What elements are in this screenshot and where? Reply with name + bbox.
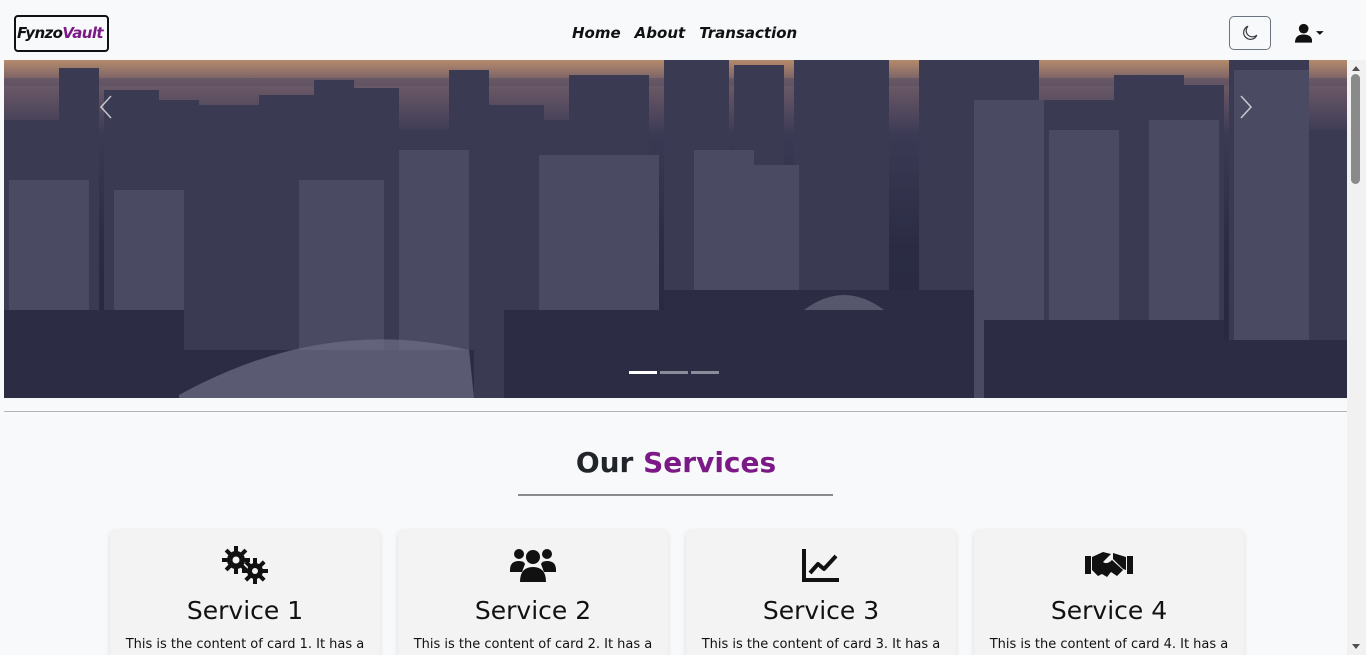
scroll-thumb[interactable] (1351, 74, 1360, 184)
service-card-text: This is the content of card 3. It has a (701, 637, 941, 652)
nav-about[interactable]: About (635, 24, 686, 42)
gears-icon (222, 546, 268, 584)
handshake-icon (1085, 552, 1133, 577)
service-card-text: This is the content of card 2. It has a (413, 637, 653, 652)
carousel-indicator-1[interactable] (629, 371, 657, 374)
scroll-up-arrow[interactable] (1352, 66, 1360, 71)
caret-down-icon (1316, 31, 1325, 35)
section-divider (4, 411, 1347, 412)
service-card-2: Service 2 This is the content of card 2.… (398, 530, 668, 655)
moon-icon (1243, 25, 1258, 40)
navbar: FynzoVault Home About Transaction (0, 0, 1347, 60)
carousel-next-button[interactable] (1226, 90, 1266, 124)
page-scrollbar[interactable] (1347, 60, 1366, 655)
main-nav: Home About Transaction (572, 24, 797, 42)
service-card-1: Service 1 This is the content of card 1.… (110, 530, 380, 655)
nav-home[interactable]: Home (572, 24, 621, 42)
user-menu-toggle[interactable] (1295, 22, 1325, 44)
services-heading-accent: Services (643, 446, 777, 479)
nav-transaction[interactable]: Transaction (699, 24, 797, 42)
service-card-title: Service 3 (762, 596, 880, 625)
carousel-indicator-2[interactable] (660, 371, 688, 374)
service-card-title: Service 1 (186, 596, 304, 625)
service-card-4: Service 4 This is the content of card 4.… (974, 530, 1244, 655)
scroll-down-arrow[interactable] (1352, 644, 1360, 649)
hero-carousel (4, 60, 1347, 398)
service-card-text: This is the content of card 1. It has a (125, 637, 365, 652)
brand-logo[interactable]: FynzoVault (14, 15, 109, 52)
city-skyline-image (4, 60, 1347, 398)
chart-line-icon (802, 549, 839, 582)
services-heading: Our Services (0, 446, 1352, 479)
users-icon (510, 549, 556, 582)
carousel-indicators (629, 371, 719, 374)
brand-part-2: Vault (62, 24, 103, 42)
theme-toggle-button[interactable] (1229, 16, 1271, 50)
services-heading-underline (518, 494, 833, 496)
brand-part-1: Fynzo (17, 24, 63, 42)
chevron-right-icon (1240, 95, 1253, 119)
service-card-3: Service 3 This is the content of card 3.… (686, 530, 956, 655)
service-card-title: Service 4 (1050, 596, 1168, 625)
service-card-text: This is the content of card 4. It has a (989, 637, 1229, 652)
service-card-title: Service 2 (474, 596, 592, 625)
carousel-indicator-3[interactable] (691, 371, 719, 374)
carousel-prev-button[interactable] (86, 90, 126, 124)
chevron-left-icon (99, 95, 112, 119)
user-icon (1295, 23, 1313, 43)
services-heading-prefix: Our (575, 446, 634, 479)
